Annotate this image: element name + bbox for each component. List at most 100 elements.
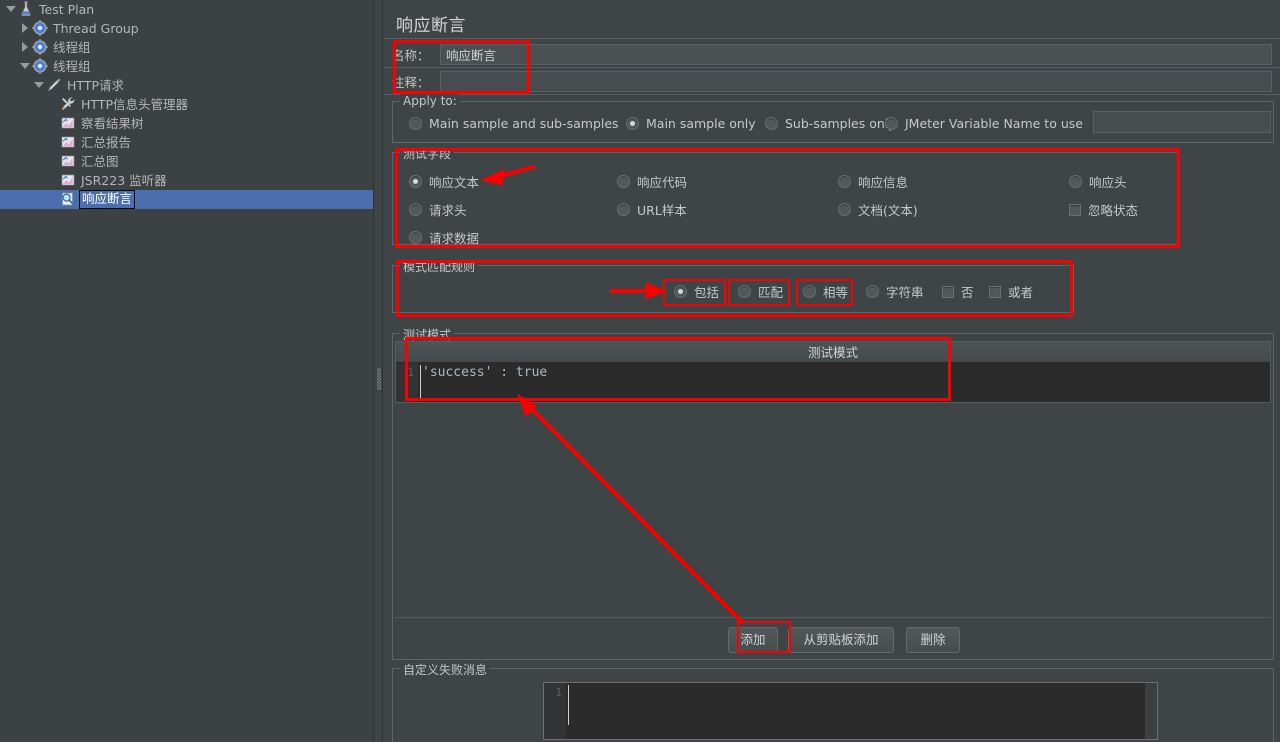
checkbox-icon[interactable] (1069, 203, 1081, 216)
radio-icon[interactable] (838, 175, 851, 188)
option-label: 相等 (823, 285, 849, 300)
tree-item-jsr223-listener[interactable]: JSR223 监听器 (0, 171, 373, 190)
twisty-down-icon[interactable] (4, 0, 17, 19)
test-pattern-editor[interactable]: 测试模式 1 'success' : true (395, 341, 1271, 403)
twisty-right-icon[interactable] (18, 19, 31, 38)
custom-failure-editor-body[interactable]: 1 (544, 683, 1157, 739)
radio-main-sample-and-sub-samples[interactable]: Main sample and sub-samples (409, 116, 619, 131)
tree-item-label: 线程组 (53, 40, 91, 55)
radio-response-headers[interactable]: 响应头 (1069, 172, 1127, 191)
radio-icon[interactable] (409, 203, 422, 216)
pattern-rules-title: 模式匹配规则 (400, 258, 479, 275)
listener-icon (59, 133, 77, 152)
radio-icon[interactable] (738, 285, 751, 298)
checkbox-ignore-status[interactable]: 忽略状态 (1069, 200, 1138, 219)
editor-line-numbers: 1 (544, 683, 566, 739)
comment-input[interactable] (440, 70, 1272, 92)
twisty-none (46, 190, 59, 209)
radio-request-headers[interactable]: 请求头 (409, 200, 467, 219)
test-pattern-code[interactable]: 'success' : true (422, 365, 547, 380)
tree-item-summary-report[interactable]: 汇总报告 (0, 133, 373, 152)
radio-icon[interactable] (803, 285, 816, 298)
twisty-none (46, 95, 59, 114)
radio-icon-selected[interactable] (626, 117, 639, 130)
tree-item-label: JSR223 监听器 (81, 173, 167, 188)
name-field-row: 名称： (384, 41, 1280, 67)
radio-url-sample[interactable]: URL样本 (617, 200, 687, 219)
twisty-none (46, 133, 59, 152)
checkbox-icon[interactable] (989, 285, 1001, 298)
thread-group-icon (31, 19, 49, 38)
option-label: 响应文本 (429, 175, 480, 190)
tree-item-thread-group-cn-1[interactable]: 线程组 (0, 38, 373, 57)
radio-response-code[interactable]: 响应代码 (617, 172, 687, 191)
twisty-none (46, 171, 59, 190)
editor-caret (568, 685, 569, 725)
radio-icon[interactable] (409, 231, 422, 244)
tree-item-label: HTTP请求 (67, 78, 124, 93)
add-button[interactable]: 添加 (728, 627, 778, 653)
splitter-grip-icon[interactable] (377, 368, 381, 390)
editor-vertical-scrollbar[interactable] (1145, 683, 1157, 739)
radio-main-sample-only[interactable]: Main sample only (626, 116, 756, 131)
jmeter-variable-name-input[interactable] (1093, 111, 1271, 133)
add-from-clipboard-button[interactable]: 从剪贴板添加 (788, 627, 894, 653)
tree-item-thread-group[interactable]: Thread Group (0, 19, 373, 38)
radio-icon[interactable] (866, 285, 879, 298)
radio-equals[interactable]: 相等 (803, 282, 848, 301)
twisty-down-icon[interactable] (32, 76, 45, 95)
tree-item-thread-group-cn-2[interactable]: 线程组 (0, 57, 373, 76)
test-pattern-editor-body[interactable]: 1 'success' : true (396, 363, 1270, 402)
tree-item-http-header-manager[interactable]: HTTP信息头管理器 (0, 95, 373, 114)
radio-icon[interactable] (1069, 175, 1082, 188)
radio-response-text[interactable]: 响应文本 (409, 172, 479, 191)
option-label: 响应代码 (637, 175, 688, 190)
radio-icon[interactable] (617, 175, 630, 188)
tree-item-http-request[interactable]: HTTP请求 (0, 76, 373, 95)
custom-failure-message-group: 自定义失败消息 1 (392, 661, 1274, 742)
radio-icon[interactable] (838, 203, 851, 216)
panel-splitter[interactable] (373, 0, 383, 742)
twisty-down-icon[interactable] (18, 57, 31, 76)
radio-sub-samples-only[interactable]: Sub-samples only (765, 116, 896, 131)
radio-icon[interactable] (409, 117, 422, 130)
listener-icon (59, 152, 77, 171)
radio-substring[interactable]: 字符串 (866, 282, 924, 301)
tree-item-view-results-tree[interactable]: 察看结果树 (0, 114, 373, 133)
delete-button[interactable]: 删除 (906, 627, 960, 653)
radio-icon-selected[interactable] (409, 175, 422, 188)
radio-icon[interactable] (765, 117, 778, 130)
tree-item-summary-graph[interactable]: 汇总图 (0, 152, 373, 171)
radio-icon[interactable] (885, 117, 898, 130)
tree-item-label: HTTP信息头管理器 (81, 97, 188, 112)
radio-request-data[interactable]: 请求数据 (409, 228, 479, 247)
checkbox-not[interactable]: 否 (942, 282, 974, 301)
tree-item-test-plan[interactable]: Test Plan (0, 0, 373, 19)
tree-item-response-assertion[interactable]: 响应断言 (0, 190, 373, 209)
radio-matches[interactable]: 匹配 (738, 282, 783, 301)
name-input[interactable] (440, 43, 1272, 65)
page-title: 响应断言 (396, 16, 466, 36)
radio-jmeter-variable-name[interactable]: JMeter Variable Name to use (885, 116, 1083, 131)
test-plan-tree[interactable]: Test Plan Thread Group 线程组 线程组 HTTP请求 HT… (0, 0, 373, 742)
test-pattern-column-header[interactable]: 测试模式 (396, 342, 1270, 363)
radio-icon[interactable] (617, 203, 630, 216)
test-plan-icon (17, 0, 35, 19)
apply-to-group: Apply to: Main sample and sub-samples Ma… (392, 94, 1274, 143)
comment-label: 注释： (392, 74, 430, 90)
option-label: 文档(文本) (858, 203, 918, 218)
radio-response-message[interactable]: 响应信息 (838, 172, 908, 191)
option-label: 或者 (1008, 285, 1034, 300)
checkbox-icon[interactable] (942, 285, 954, 298)
radio-contains[interactable]: 包括 (674, 282, 719, 301)
checkbox-or[interactable]: 或者 (989, 282, 1033, 301)
thread-group-icon (31, 38, 49, 57)
option-label: 匹配 (758, 285, 784, 300)
twisty-none (46, 114, 59, 133)
tree-item-label: 汇总报告 (81, 135, 132, 150)
radio-document-text[interactable]: 文档(文本) (838, 200, 918, 219)
custom-failure-editor[interactable]: 1 (543, 682, 1158, 740)
apply-to-title: Apply to: (400, 94, 460, 108)
twisty-right-icon[interactable] (18, 38, 31, 57)
radio-icon-selected[interactable] (674, 285, 687, 298)
